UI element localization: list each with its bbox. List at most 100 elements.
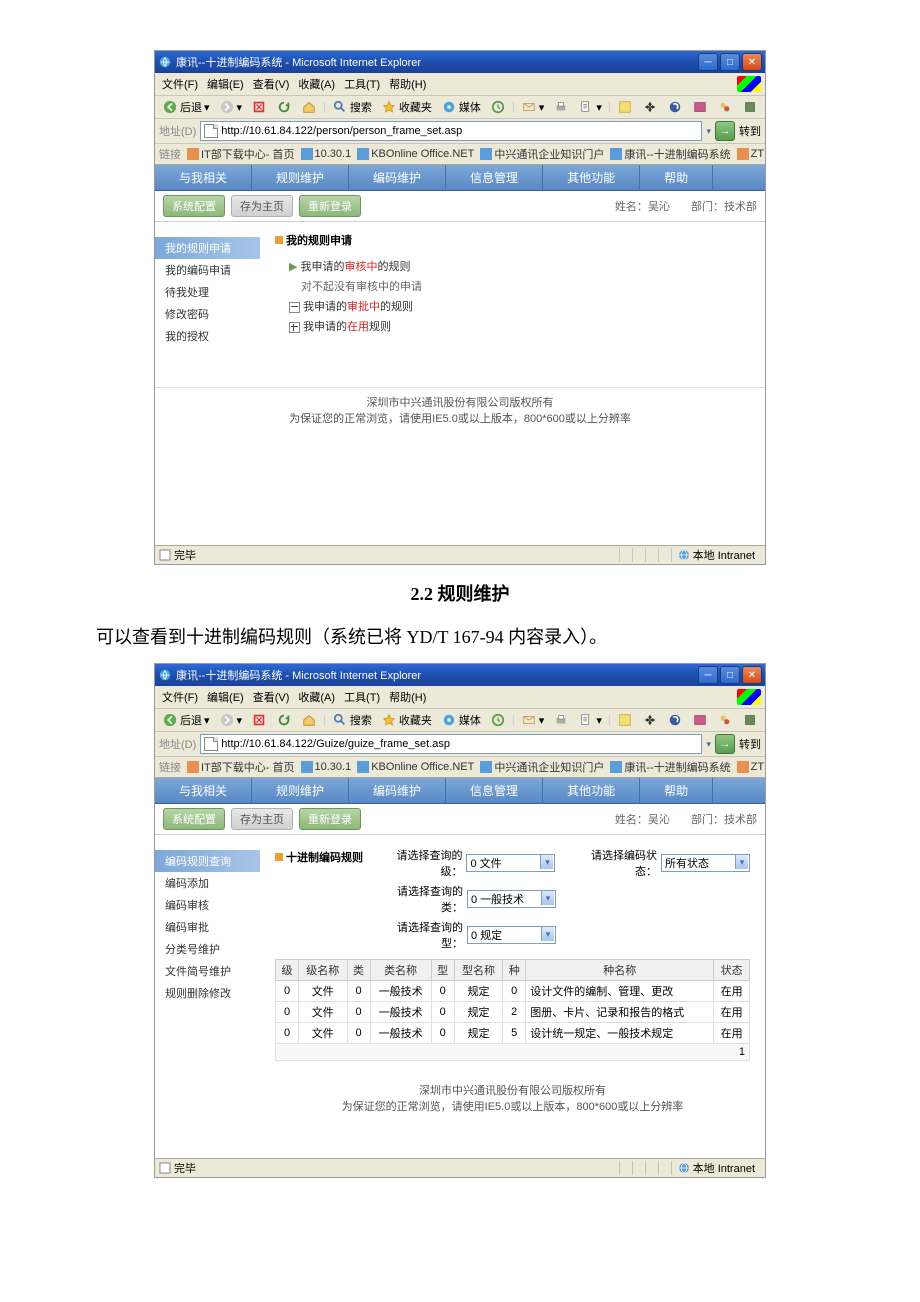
list-item[interactable]: 我申请的在用规则 <box>275 316 750 336</box>
minimize-button[interactable]: ─ <box>698 666 718 684</box>
sidebar-item[interactable]: 编码规则查询 <box>155 850 260 872</box>
link-item[interactable]: ZTE <box>737 761 765 773</box>
sidebar-item[interactable]: 文件简号维护 <box>155 960 260 982</box>
edit-button[interactable]: ▾ <box>575 711 605 729</box>
address-input[interactable]: http://10.61.84.122/person/person_frame_… <box>200 121 702 141</box>
history-button[interactable] <box>487 711 509 729</box>
media-button[interactable]: 媒体 <box>438 711 484 729</box>
tab-info[interactable]: 信息管理 <box>446 165 543 190</box>
forward-button[interactable]: ▾ <box>216 711 246 729</box>
tool-icon-3[interactable] <box>664 98 686 116</box>
menu-edit[interactable]: 编辑(E) <box>204 75 247 93</box>
favorites-button[interactable]: 收藏夹 <box>378 711 435 729</box>
stop-button[interactable] <box>248 98 270 116</box>
tool-icon-5[interactable] <box>714 98 736 116</box>
tool-icon-1[interactable] <box>614 98 636 116</box>
table-row[interactable]: 0文件0一般技术0规定2图册、卡片、记录和报告的格式在用 <box>276 1002 750 1023</box>
link-item[interactable]: KBOnline Office.NET <box>357 761 474 773</box>
maximize-button[interactable]: □ <box>720 666 740 684</box>
table-row[interactable]: 0文件0一般技术0规定0设计文件的编制、管理、更改在用 <box>276 981 750 1002</box>
tab-other[interactable]: 其他功能 <box>543 165 640 190</box>
menu-tools[interactable]: 工具(T) <box>341 75 383 93</box>
print-button[interactable] <box>550 98 572 116</box>
sidebar-item[interactable]: 分类号维护 <box>155 938 260 960</box>
link-item[interactable]: ZTE <box>737 148 765 160</box>
query-status-select[interactable]: 所有状态 <box>661 854 750 872</box>
menu-file[interactable]: 文件(F) <box>159 688 201 706</box>
back-button[interactable]: 后退 ▾ <box>159 98 213 116</box>
sidebar-item[interactable]: 修改密码 <box>155 303 260 325</box>
tab-rules[interactable]: 规则维护 <box>252 165 349 190</box>
home-button[interactable] <box>298 711 320 729</box>
refresh-button[interactable] <box>273 711 295 729</box>
mail-button[interactable]: ▾ <box>518 711 548 729</box>
link-item[interactable]: 10.30.1 <box>301 148 352 160</box>
table-row[interactable]: 0文件0一般技术0规定5设计统一规定、一般技术规定在用 <box>276 1023 750 1044</box>
sysconfig-button[interactable]: 系统配置 <box>163 808 225 830</box>
menu-edit[interactable]: 编辑(E) <box>204 688 247 706</box>
relogin-button[interactable]: 重新登录 <box>299 808 361 830</box>
homepage-button[interactable]: 存为主页 <box>231 195 293 217</box>
window-titlebar[interactable]: 康讯--十进制编码系统 - Microsoft Internet Explore… <box>155 664 765 686</box>
menu-view[interactable]: 查看(V) <box>250 75 293 93</box>
search-button[interactable]: 搜索 <box>329 98 375 116</box>
search-button[interactable]: 搜索 <box>329 711 375 729</box>
tool-icon-5[interactable] <box>714 711 736 729</box>
mail-button[interactable]: ▾ <box>518 98 548 116</box>
list-item[interactable]: ▶我申请的审核中的规则 <box>275 256 750 276</box>
forward-button[interactable]: ▾ <box>216 98 246 116</box>
close-button[interactable]: ✕ <box>742 53 762 71</box>
tab-help[interactable]: 帮助 <box>640 165 713 190</box>
tool-icon-2[interactable] <box>639 711 661 729</box>
menu-help[interactable]: 帮助(H) <box>386 688 429 706</box>
link-item[interactable]: KBOnline Office.NET <box>357 148 474 160</box>
link-item[interactable]: 康讯--十进制编码系统 <box>610 759 730 775</box>
link-item[interactable]: 中兴通讯企业知识门户 <box>480 759 604 775</box>
tool-icon-4[interactable] <box>689 98 711 116</box>
tool-icon-6[interactable] <box>739 711 761 729</box>
maximize-button[interactable]: □ <box>720 53 740 71</box>
query-type-select[interactable]: 0 规定 <box>467 926 556 944</box>
link-item[interactable]: 康讯--十进制编码系统 <box>610 146 730 162</box>
tab-info[interactable]: 信息管理 <box>446 778 543 803</box>
tab-help[interactable]: 帮助 <box>640 778 713 803</box>
stop-button[interactable] <box>248 711 270 729</box>
sidebar-item[interactable]: 待我处理 <box>155 281 260 303</box>
tab-codes[interactable]: 编码维护 <box>349 778 446 803</box>
tab-codes[interactable]: 编码维护 <box>349 165 446 190</box>
refresh-button[interactable] <box>273 98 295 116</box>
relogin-button[interactable]: 重新登录 <box>299 195 361 217</box>
link-item[interactable]: 中兴通讯企业知识门户 <box>480 146 604 162</box>
go-button[interactable]: → <box>715 734 735 754</box>
link-item[interactable]: IT部下载中心- 首页 <box>187 759 295 775</box>
favorites-button[interactable]: 收藏夹 <box>378 98 435 116</box>
query-class-select[interactable]: 0 一般技术 <box>467 890 556 908</box>
sidebar-item[interactable]: 编码审核 <box>155 894 260 916</box>
menu-file[interactable]: 文件(F) <box>159 75 201 93</box>
tool-icon-4[interactable] <box>689 711 711 729</box>
menu-help[interactable]: 帮助(H) <box>386 75 429 93</box>
sidebar-item[interactable]: 规则删除修改 <box>155 982 260 1004</box>
tab-rules[interactable]: 规则维护 <box>252 778 349 803</box>
menu-tools[interactable]: 工具(T) <box>341 688 383 706</box>
link-item[interactable]: 10.30.1 <box>301 761 352 773</box>
print-button[interactable] <box>550 711 572 729</box>
tool-icon-3[interactable] <box>664 711 686 729</box>
tool-icon-1[interactable] <box>614 711 636 729</box>
tool-icon-2[interactable] <box>639 98 661 116</box>
history-button[interactable] <box>487 98 509 116</box>
homepage-button[interactable]: 存为主页 <box>231 808 293 830</box>
tab-other[interactable]: 其他功能 <box>543 778 640 803</box>
sidebar-item[interactable]: 我的授权 <box>155 325 260 347</box>
tab-related[interactable]: 与我相关 <box>155 778 252 803</box>
go-button[interactable]: → <box>715 121 735 141</box>
menu-view[interactable]: 查看(V) <box>250 688 293 706</box>
back-button[interactable]: 后退 ▾ <box>159 711 213 729</box>
address-input[interactable]: http://10.61.84.122/Guize/guize_frame_se… <box>200 734 702 754</box>
sysconfig-button[interactable]: 系统配置 <box>163 195 225 217</box>
home-button[interactable] <box>298 98 320 116</box>
media-button[interactable]: 媒体 <box>438 98 484 116</box>
minimize-button[interactable]: ─ <box>698 53 718 71</box>
sidebar-item[interactable]: 我的编码申请 <box>155 259 260 281</box>
menu-favorites[interactable]: 收藏(A) <box>295 75 338 93</box>
